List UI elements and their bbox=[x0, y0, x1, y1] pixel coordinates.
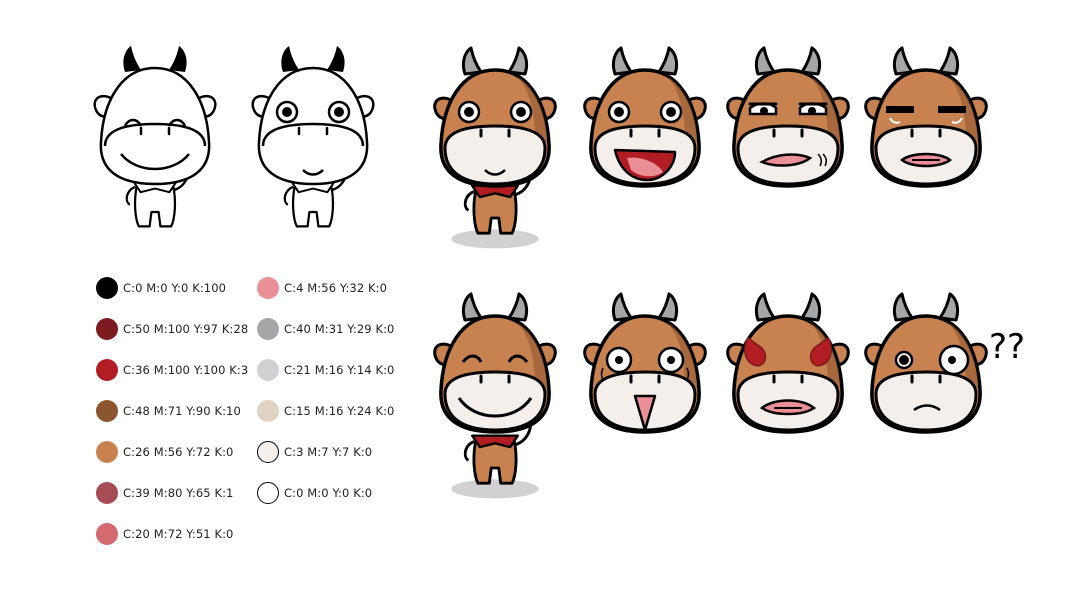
color-swatch-row: C:20 M:72 Y:51 K:0 bbox=[96, 522, 233, 546]
color-swatch-row: C:36 M:100 Y:100 K:3 bbox=[96, 358, 248, 382]
face-tongue-figure bbox=[582, 46, 708, 188]
color-swatch bbox=[257, 359, 279, 381]
color-swatch bbox=[96, 359, 118, 381]
cmyk-value-label: C:3 M:7 Y:7 K:0 bbox=[284, 445, 373, 459]
color-swatch-row: C:21 M:16 Y:14 K:0 bbox=[257, 358, 394, 382]
cmyk-value-label: C:0 M:0 Y:0 K:0 bbox=[284, 486, 373, 500]
cmyk-value-label: C:39 M:80 Y:65 K:1 bbox=[123, 486, 234, 500]
cmyk-value-label: C:40 M:31 Y:29 K:0 bbox=[284, 322, 395, 336]
cmyk-value-label: C:36 M:100 Y:100 K:3 bbox=[123, 363, 249, 377]
cmyk-value-label: C:4 M:56 Y:32 K:0 bbox=[284, 281, 388, 295]
full-body-laugh-figure bbox=[432, 292, 558, 500]
color-swatch bbox=[96, 277, 118, 299]
cmyk-value-label: C:21 M:16 Y:14 K:0 bbox=[284, 363, 395, 377]
cmyk-value-label: C:0 M:0 Y:0 K:100 bbox=[123, 281, 227, 295]
color-swatch-row: C:39 M:80 Y:65 K:1 bbox=[96, 481, 233, 505]
cmyk-value-label: C:20 M:72 Y:51 K:0 bbox=[123, 527, 234, 541]
color-swatch bbox=[257, 482, 279, 504]
color-swatch-row: C:0 M:0 Y:0 K:100 bbox=[96, 276, 226, 300]
color-swatch bbox=[96, 400, 118, 422]
cmyk-value-label: C:26 M:56 Y:72 K:0 bbox=[123, 445, 234, 459]
face-shocked-figure bbox=[582, 292, 708, 434]
color-swatch bbox=[257, 277, 279, 299]
color-swatch-row: C:26 M:56 Y:72 K:0 bbox=[96, 440, 233, 464]
cmyk-value-label: C:15 M:16 Y:24 K:0 bbox=[284, 404, 395, 418]
color-swatch bbox=[96, 441, 118, 463]
sketch-smile-figure bbox=[251, 44, 375, 228]
face-angry-figure bbox=[725, 292, 851, 434]
color-swatch-row: C:50 M:100 Y:97 K:28 bbox=[96, 317, 248, 341]
color-swatch bbox=[257, 318, 279, 340]
color-swatch-row: C:0 M:0 Y:0 K:0 bbox=[257, 481, 372, 505]
cmyk-value-label: C:50 M:100 Y:97 K:28 bbox=[123, 322, 249, 336]
color-swatch bbox=[257, 400, 279, 422]
color-swatch bbox=[96, 523, 118, 545]
color-swatch bbox=[257, 441, 279, 463]
question-marks: ?? bbox=[989, 327, 1025, 367]
color-swatch-row: C:3 M:7 Y:7 K:0 bbox=[257, 440, 372, 464]
color-swatch-row: C:40 M:31 Y:29 K:0 bbox=[257, 317, 394, 341]
color-swatch bbox=[96, 318, 118, 340]
color-swatch bbox=[96, 482, 118, 504]
cmyk-value-label: C:48 M:71 Y:90 K:10 bbox=[123, 404, 241, 418]
color-swatch-row: C:48 M:71 Y:90 K:10 bbox=[96, 399, 241, 423]
face-stern-figure bbox=[863, 46, 989, 188]
sketch-happy-figure bbox=[93, 44, 217, 228]
color-swatch-row: C:15 M:16 Y:24 K:0 bbox=[257, 399, 394, 423]
mascot-artboard: ?? bbox=[93, 44, 1025, 500]
full-body-smile-figure bbox=[432, 46, 558, 250]
face-confused-figure bbox=[863, 292, 989, 434]
color-swatch-row: C:4 M:56 Y:32 K:0 bbox=[257, 276, 387, 300]
face-annoyed-figure bbox=[725, 46, 851, 188]
